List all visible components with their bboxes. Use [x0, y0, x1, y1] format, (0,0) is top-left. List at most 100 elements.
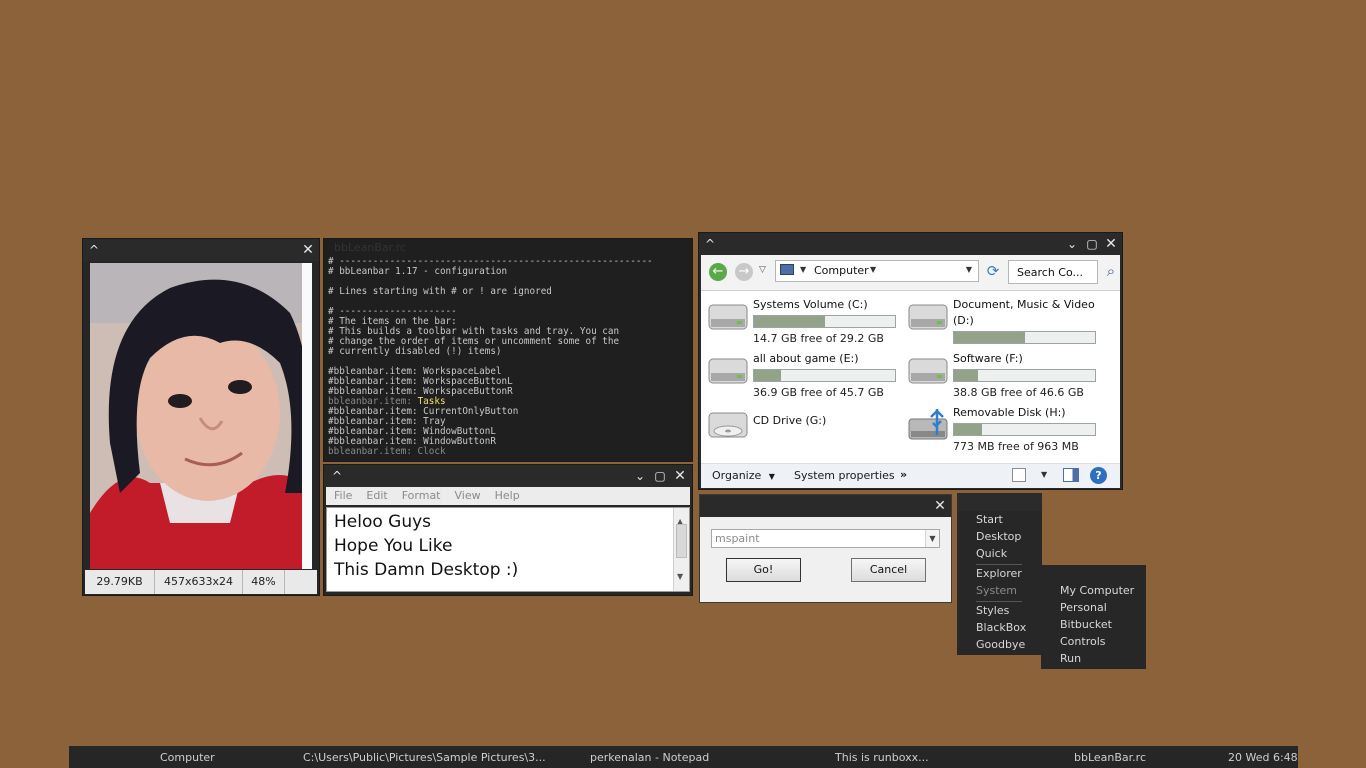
system-submenu: My Computer Personal Bitbucket Controls … [1041, 565, 1146, 669]
menu-view[interactable]: View [455, 487, 481, 505]
hard-drive-icon [708, 358, 748, 384]
cancel-button[interactable]: Cancel [851, 558, 926, 582]
notepad-window: ^ ⌄ ▢ ✕ File Edit Format View Help Heloo… [323, 464, 693, 596]
task-image-viewer[interactable]: C:\Users\Public\Pictures\Sample Pictures… [303, 751, 546, 764]
address-dropdown-icon[interactable]: ▼ [966, 265, 972, 274]
menu-separator [976, 601, 1022, 602]
explorer-window: ^ ⌄ ▢ ✕ ← → ▽ ▼ Computer ▼ ▼ ⟳ Search Co… [698, 232, 1123, 490]
taskbar: Computer C:\Users\Public\Pictures\Sample… [69, 746, 1298, 768]
menu-item-run[interactable]: Run [1060, 652, 1081, 665]
editor-window: bbLeanBar.rc # -------------------------… [323, 238, 693, 462]
menu-item-system[interactable]: System [976, 584, 1017, 597]
help-icon[interactable]: ? [1090, 467, 1107, 484]
cd-drive-icon [708, 412, 748, 438]
minimize-icon[interactable]: ⌄ [632, 468, 648, 484]
preview-pane-icon[interactable] [1063, 468, 1079, 482]
drive-c[interactable]: Systems Volume (C:) 14.7 GB free of 29.2… [703, 295, 903, 347]
notepad-titlebar[interactable]: ^ ⌄ ▢ ✕ [324, 465, 692, 487]
view-options-icon[interactable] [1012, 468, 1026, 482]
run-dialog: ✕ mspaint ▼ Go! Cancel [699, 494, 952, 603]
menu-file[interactable]: File [334, 487, 352, 505]
portrait-image [90, 263, 312, 569]
menu-item-blackbox[interactable]: BlackBox [976, 621, 1026, 634]
task-computer[interactable]: Computer [160, 751, 215, 764]
organize-button[interactable]: Organize ▼ [712, 469, 775, 482]
minimize-icon[interactable]: ⌄ [1064, 236, 1080, 252]
drive-d[interactable]: Document, Music & Video (D:) [903, 295, 1103, 347]
close-icon[interactable]: ✕ [672, 468, 688, 484]
drive-usage-bar [753, 369, 896, 382]
forward-arrow-icon[interactable]: → [735, 263, 753, 281]
image-dimensions: 457x633x24 [155, 570, 243, 594]
menu-separator [976, 564, 1022, 565]
menu-item-goodbye[interactable]: Goodbye [976, 638, 1025, 651]
view-dropdown-icon[interactable]: ▼ [1041, 470, 1047, 479]
menu-item-start[interactable]: Start [976, 513, 1003, 526]
clock: 20 Wed 6:48 [1228, 751, 1298, 764]
search-icon[interactable]: ⌕ [1101, 261, 1121, 281]
drives-pane: Systems Volume (C:) 14.7 GB free of 29.2… [701, 291, 1120, 463]
editor-titlebar[interactable]: bbLeanBar.rc [324, 239, 692, 257]
scroll-thumb[interactable] [676, 524, 687, 558]
collapse-icon[interactable]: ^ [702, 236, 718, 252]
drive-usage-bar [953, 423, 1096, 436]
menu-edit[interactable]: Edit [366, 487, 387, 505]
maximize-icon[interactable]: ▢ [652, 468, 668, 484]
menu-item-styles[interactable]: Styles [976, 604, 1009, 617]
chevron-down-icon[interactable]: ▼ [800, 265, 806, 274]
command-bar: Organize ▼ System properties » ▼ ? [701, 463, 1120, 488]
menu-item-personal[interactable]: Personal [1060, 601, 1107, 614]
drive-f[interactable]: Software (F:) 38.8 GB free of 46.6 GB [903, 349, 1103, 401]
scroll-down-icon[interactable]: ▼ [677, 565, 683, 589]
run-command-input[interactable]: mspaint ▼ [711, 529, 940, 548]
more-commands-button[interactable]: » [900, 468, 907, 481]
menu-item-my-computer[interactable]: My Computer [1060, 584, 1134, 597]
back-arrow-icon[interactable]: ← [709, 263, 727, 281]
menu-item-desktop[interactable]: Desktop [976, 530, 1021, 543]
notepad-text-area[interactable]: Heloo Guys Hope You Like This Damn Deskt… [326, 507, 690, 592]
drive-h[interactable]: Removable Disk (H:) 773 MB free of 963 M… [903, 403, 1103, 455]
history-dropdown-icon[interactable]: ▽ [759, 265, 766, 275]
resize-grip[interactable] [285, 570, 317, 594]
drive-g[interactable]: CD Drive (G:) [703, 403, 903, 455]
go-button[interactable]: Go! [726, 558, 801, 582]
task-notepad[interactable]: perkenalan - Notepad [590, 751, 709, 764]
collapse-icon[interactable]: ^ [329, 468, 345, 484]
close-icon[interactable]: ✕ [1103, 236, 1119, 252]
menu-format[interactable]: Format [402, 487, 441, 505]
image-viewer-statusbar: 29.79KB 457x633x24 48% [85, 570, 317, 594]
editor-text[interactable]: # --------------------------------------… [328, 257, 653, 457]
address-text: Computer [814, 264, 869, 277]
address-box[interactable]: ▼ Computer ▼ ▼ [775, 260, 979, 282]
task-runbox[interactable]: This is runboxx... [835, 751, 929, 764]
usb-drive-icon [908, 409, 948, 440]
chevron-down-icon[interactable]: ▼ [925, 530, 939, 547]
drive-usage-bar [953, 331, 1096, 344]
menu-item-bitbucket[interactable]: Bitbucket [1060, 618, 1112, 631]
vertical-scrollbar[interactable]: ▲ ▼ [673, 508, 689, 591]
text-line: Heloo Guys [334, 512, 432, 532]
drive-e[interactable]: all about game (E:) 36.9 GB free of 45.7… [703, 349, 903, 401]
drive-usage-bar [753, 315, 896, 328]
menu-item-quick[interactable]: Quick [976, 547, 1007, 560]
explorer-titlebar[interactable]: ^ ⌄ ▢ ✕ [699, 233, 1122, 255]
close-icon[interactable]: ✕ [300, 242, 316, 258]
computer-icon [780, 264, 794, 275]
image-viewer-titlebar[interactable]: ^ ✕ [83, 239, 319, 261]
menu-help[interactable]: Help [495, 487, 520, 505]
hard-drive-icon [908, 304, 948, 330]
system-properties-button[interactable]: System properties [794, 469, 895, 482]
hard-drive-icon [708, 304, 748, 330]
search-input[interactable]: Search Co... [1008, 260, 1098, 284]
collapse-icon[interactable]: ^ [86, 242, 102, 258]
root-menu: Start Desktop Quick Explorer System Styl… [957, 493, 1042, 655]
menu-item-controls[interactable]: Controls [1060, 635, 1106, 648]
maximize-icon[interactable]: ▢ [1084, 236, 1100, 252]
run-dialog-titlebar[interactable]: ✕ [700, 495, 951, 517]
close-icon[interactable]: ✕ [932, 498, 948, 514]
menu-item-explorer[interactable]: Explorer [976, 567, 1022, 580]
chevron-down-icon[interactable]: ▼ [870, 265, 876, 274]
task-bbleanbar-rc[interactable]: bbLeanBar.rc [1074, 751, 1146, 764]
refresh-icon[interactable]: ⟳ [984, 262, 1002, 280]
zoom-level: 48% [243, 570, 285, 594]
